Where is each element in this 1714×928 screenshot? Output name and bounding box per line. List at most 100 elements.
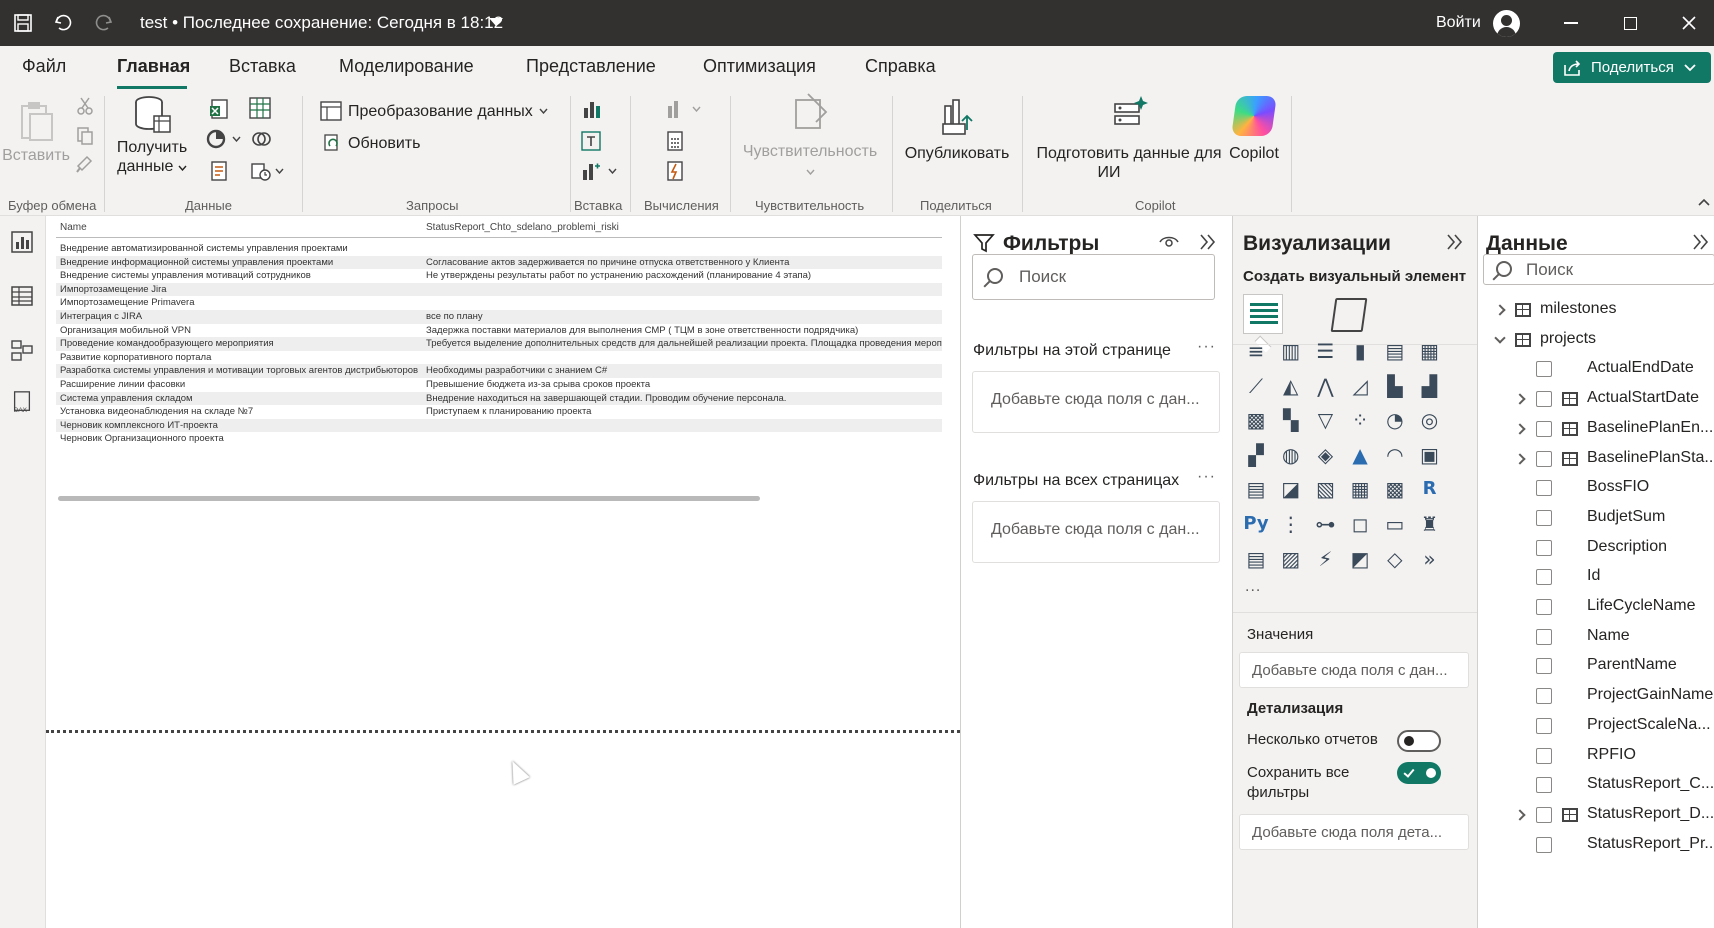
field-checkbox[interactable] (1536, 628, 1552, 645)
build-visual-tab[interactable] (1243, 294, 1283, 334)
field-checkbox[interactable] (1536, 599, 1552, 615)
filters-page-drop-zone[interactable]: Добавьте сюда поля с дан... (972, 371, 1220, 433)
arcgis-icon[interactable]: ◩ (1347, 546, 1373, 572)
matrix-icon[interactable]: ▩ (1382, 476, 1408, 502)
field-checkbox[interactable] (1536, 509, 1552, 526)
collapse-pane-icon[interactable] (1199, 233, 1217, 251)
line-clustered-icon[interactable]: ▟ (1417, 373, 1443, 399)
card-icon[interactable]: ▣ (1417, 442, 1443, 468)
donut-chart-icon[interactable]: ◎ (1417, 407, 1443, 433)
table-row[interactable]: Импортозамещение Primavera (56, 296, 942, 310)
field-item[interactable]: BossFIO (1478, 473, 1714, 503)
field-checkbox[interactable] (1536, 836, 1552, 853)
report-canvas[interactable]: Name StatusReport_Chto_sdelano_problemi_… (46, 216, 960, 928)
line-column-icon[interactable]: ▙ (1382, 373, 1408, 399)
model-view-icon[interactable] (9, 338, 35, 362)
close-icon[interactable] (1674, 0, 1704, 46)
table-row[interactable]: Импортозамещение Jira (56, 282, 942, 297)
filled-map-icon[interactable]: ◈ (1312, 442, 1338, 468)
ribbon-chart-icon[interactable]: ▩ (1243, 407, 1269, 433)
table-icon[interactable] (248, 96, 272, 120)
line-chart-icon[interactable]: ⟋ (1243, 373, 1269, 399)
table-row[interactable]: Установка видеонаблюдения на складе №7 Пр… (56, 405, 942, 419)
gauge-icon[interactable]: ◠ (1382, 442, 1408, 468)
key-influencers-icon[interactable]: ⋮ (1278, 511, 1304, 537)
kpi-icon[interactable]: ◪ (1278, 476, 1304, 502)
document-title[interactable]: test • Последнее сохранение: Сегодня в 1… (140, 0, 503, 46)
chevron-down-icon[interactable] (1494, 332, 1506, 344)
collapse-pane-icon[interactable] (1692, 233, 1710, 251)
more-options-icon[interactable]: ··· (1197, 338, 1216, 356)
field-item[interactable]: Id (1478, 562, 1714, 592)
chevron-down-icon[interactable] (539, 108, 548, 114)
values-drop-zone[interactable]: Добавьте сюда поля с дан... (1239, 652, 1469, 688)
paginated-report-icon[interactable]: ▤ (1243, 546, 1269, 572)
tab-modeling[interactable]: Моделирование (339, 56, 474, 77)
pie-chart-icon[interactable]: ◔ (1382, 407, 1408, 433)
data-search-input[interactable]: Поиск (1483, 254, 1714, 285)
column-header-name[interactable]: Name (60, 222, 87, 233)
chevron-right-icon[interactable] (1494, 304, 1506, 316)
undo-icon[interactable] (48, 0, 78, 46)
field-item[interactable]: ActualStartDate (1478, 384, 1714, 414)
clustered-column-icon[interactable]: ▮ (1347, 338, 1373, 364)
power-apps-icon[interactable]: ▨ (1278, 546, 1304, 572)
chevron-down-icon[interactable] (275, 168, 284, 174)
field-checkbox[interactable] (1536, 361, 1552, 378)
field-checkbox[interactable] (1536, 747, 1552, 764)
enter-data-icon[interactable] (250, 160, 272, 182)
keep-filters-toggle[interactable] (1397, 762, 1441, 784)
table-row[interactable]: Внедрение автоматизированной системы упр… (56, 242, 942, 256)
horizontal-scrollbar[interactable] (58, 496, 760, 501)
dataverse-icon[interactable] (206, 128, 228, 150)
table-row[interactable]: Интеграция с JIRA все по плану (56, 310, 942, 324)
transform-data-button[interactable]: Преобразование данных (320, 100, 548, 122)
field-checkbox[interactable] (1536, 539, 1552, 556)
field-checkbox[interactable] (1536, 450, 1552, 467)
eye-icon[interactable] (1159, 234, 1179, 250)
diamond-visual-icon[interactable]: ◇ (1382, 546, 1408, 572)
column-header-status[interactable]: StatusReport_Chto_sdelano_problemi_riski (426, 222, 619, 233)
get-data-button[interactable]: Получить данные (116, 94, 188, 180)
scatter-icon[interactable]: ⁘ (1347, 407, 1373, 433)
sign-in-button[interactable]: Войти (1436, 0, 1481, 46)
field-checkbox[interactable] (1536, 777, 1552, 794)
filters-search-input[interactable]: Поиск (972, 254, 1215, 300)
field-checkbox[interactable] (1536, 391, 1552, 408)
field-item[interactable]: BaselinePlanEn... (1478, 414, 1714, 444)
recent-sources-icon[interactable] (208, 160, 230, 182)
more-visuals-icon[interactable] (580, 160, 602, 182)
field-item[interactable]: StatusReport_Pr... (1478, 830, 1714, 860)
maximize-icon[interactable] (1615, 0, 1645, 46)
text-box-icon[interactable] (580, 130, 602, 152)
field-checkbox[interactable] (1536, 717, 1552, 734)
table-row[interactable]: Внедрение системы управления мотиваций с… (56, 269, 942, 283)
report-view-icon[interactable] (9, 230, 35, 254)
ribbon-area-icon[interactable]: ◿ (1347, 373, 1373, 399)
tab-insert[interactable]: Вставка (229, 56, 296, 77)
clustered-bar-icon[interactable]: ☰ (1312, 338, 1338, 364)
prepare-ai-button[interactable]: Подготовить данные для ИИ (1034, 94, 1224, 182)
publish-button[interactable]: Опубликовать (900, 94, 1014, 163)
field-checkbox[interactable] (1536, 658, 1552, 675)
tab-help[interactable]: Справка (865, 56, 936, 77)
tab-file[interactable]: Файл (22, 56, 66, 77)
narrative-icon[interactable]: ▭ (1382, 511, 1408, 537)
field-item[interactable]: StatusReport_C... (1478, 770, 1714, 800)
table-row[interactable]: Черновик Организационного проекта (56, 432, 942, 446)
field-item[interactable]: Description (1478, 533, 1714, 563)
copilot-button[interactable]: Copilot (1222, 94, 1286, 163)
table-row[interactable]: Развитие корпоративного портала (56, 351, 942, 365)
table-row[interactable]: Система управления складом Внедрение нахо… (56, 391, 942, 406)
quick-measure-icon[interactable] (664, 160, 686, 182)
minimize-icon[interactable] (1556, 0, 1586, 46)
field-item[interactable]: ActualEndDate (1478, 354, 1714, 384)
waterfall-icon[interactable]: ▚ (1278, 407, 1304, 433)
100-column-icon[interactable]: ▦ (1417, 338, 1443, 364)
tab-view[interactable]: Представление (526, 56, 656, 77)
table-row[interactable]: Расширение линии фасовки Превышение бюдже… (56, 378, 942, 392)
azure-map-icon[interactable]: ▲ (1347, 442, 1373, 468)
stacked-area-icon[interactable]: ⋀ (1312, 373, 1338, 399)
filters-all-drop-zone[interactable]: Добавьте сюда поля с дан... (972, 501, 1220, 563)
collapse-ribbon-icon[interactable] (1698, 198, 1710, 206)
